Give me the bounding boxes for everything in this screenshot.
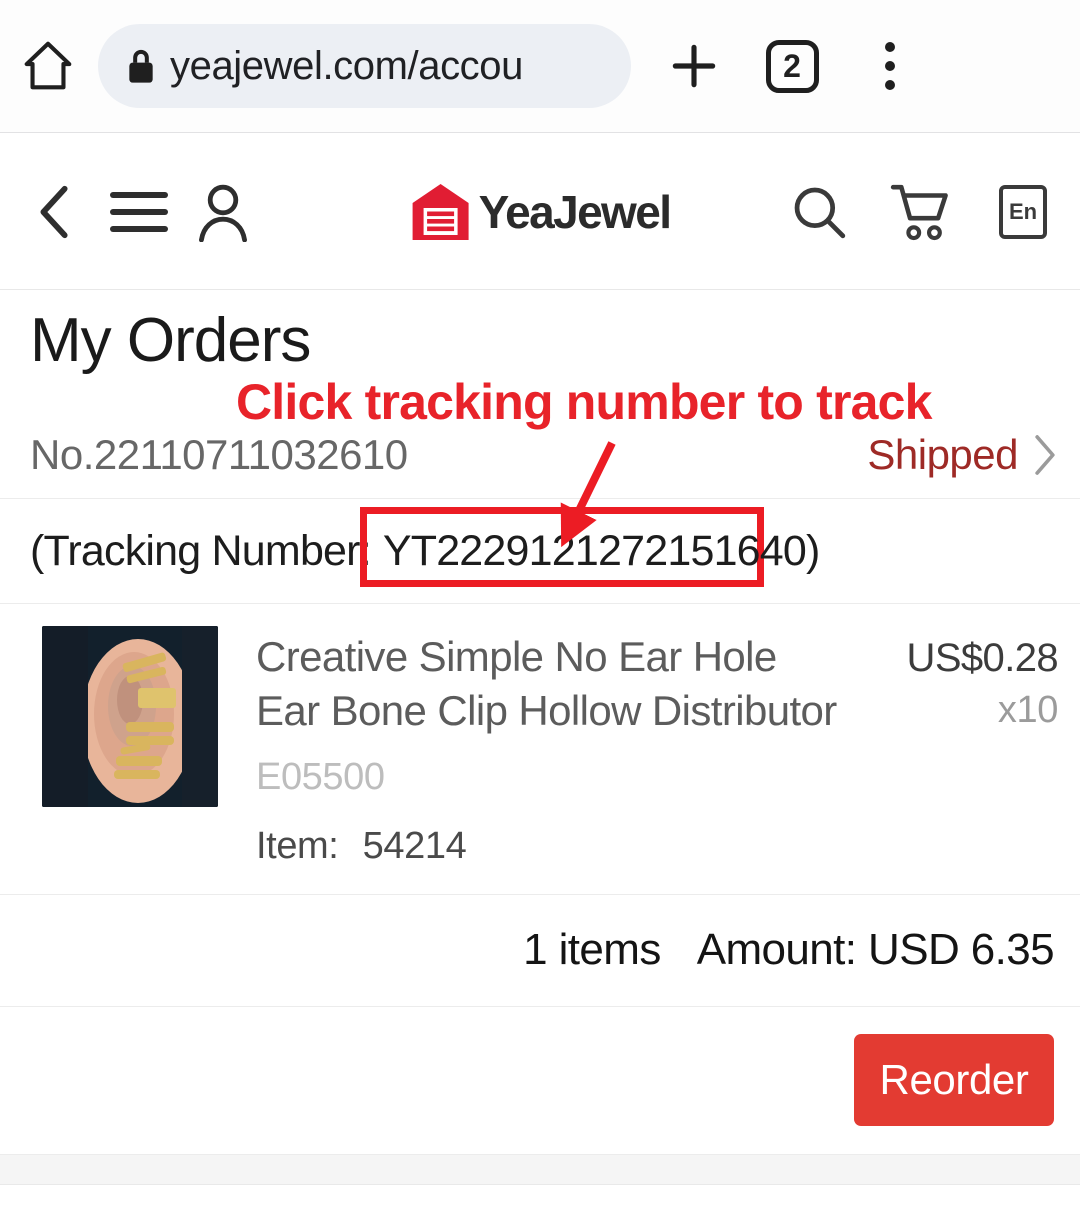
- back-chevron-icon: [40, 185, 68, 238]
- brand-logo[interactable]: YeaJewel: [410, 181, 672, 243]
- product-quantity: x10: [997, 689, 1058, 732]
- item-label: Item:: [256, 824, 339, 867]
- browser-actions: 2: [645, 38, 939, 94]
- new-tab-button[interactable]: [645, 38, 743, 94]
- tracking-label: (Tracking Number:: [30, 526, 372, 575]
- account-button[interactable]: [186, 175, 260, 249]
- language-badge: En: [999, 179, 1062, 239]
- status-badge: Shipped: [867, 430, 1018, 478]
- product-info: Creative Simple No Ear Hole Ear Bone Cli…: [218, 626, 843, 868]
- total-amount: Amount: USD 6.35: [696, 925, 1055, 975]
- order-number: No.22110711032610: [30, 430, 408, 478]
- product-price: US$0.28: [906, 636, 1059, 681]
- menu-button[interactable]: [102, 175, 176, 249]
- reorder-button[interactable]: Reorder: [854, 1034, 1054, 1127]
- tracking-number-link[interactable]: YT2229121272151640: [383, 527, 807, 576]
- search-icon: [794, 187, 846, 238]
- back-button[interactable]: [18, 175, 92, 249]
- order-totals-row: 1 items Amount: USD 6.35: [0, 895, 1080, 1007]
- total-items-count: 1 items: [523, 925, 661, 975]
- yeajewel-warehouse-logo-icon: [412, 183, 469, 240]
- site-header: YeaJewel En: [0, 134, 1080, 290]
- product-item-line: Item: 54214: [256, 825, 843, 868]
- browser-toolbar: yeajewel.com/accou 2: [0, 0, 1080, 133]
- page-title: My Orders: [30, 306, 311, 375]
- url-text: yeajewel.com/accou: [170, 43, 523, 88]
- brand-name: YeaJewel: [478, 185, 672, 238]
- user-account-icon: [199, 184, 247, 242]
- orders-content: My Orders Click tracking number to track…: [0, 291, 1080, 1185]
- order-status-group[interactable]: Shipped: [867, 431, 1058, 479]
- product-row[interactable]: Creative Simple No Ear Hole Ear Bone Cli…: [0, 604, 1080, 895]
- product-sku: E05500: [256, 755, 385, 798]
- address-bar[interactable]: yeajewel.com/accou: [98, 24, 631, 108]
- tracking-close-paren: ): [806, 526, 820, 575]
- mobile-browser-screen: yeajewel.com/accou 2 YeaJewel En My Orde…: [0, 0, 1080, 1224]
- plus-icon: [672, 44, 716, 88]
- cart-button[interactable]: [884, 175, 958, 249]
- bottom-strip: [0, 1154, 1080, 1185]
- product-price-block: US$0.28 x10: [843, 626, 1059, 868]
- product-thumbnail[interactable]: [42, 626, 218, 808]
- header-right-actions: En: [782, 175, 1062, 249]
- item-number: 54214: [362, 824, 467, 867]
- browser-menu-button[interactable]: [841, 42, 939, 90]
- ear-cuff-product-photo: [42, 626, 218, 808]
- chevron-right-icon: [1035, 434, 1055, 475]
- lock-icon: [124, 46, 170, 86]
- product-title: Creative Simple No Ear Hole Ear Bone Cli…: [256, 633, 837, 734]
- home-icon: [24, 41, 72, 90]
- three-dots-icon: [885, 42, 895, 90]
- hamburger-menu-icon: [110, 191, 168, 232]
- shopping-cart-icon: [890, 184, 948, 240]
- tab-switcher-button[interactable]: 2: [743, 39, 841, 93]
- tab-count-badge: 2: [765, 39, 819, 93]
- search-button[interactable]: [782, 175, 856, 249]
- home-button[interactable]: [0, 37, 96, 95]
- tracking-row[interactable]: (Tracking Number: YT2229121272151640 ): [0, 499, 1080, 605]
- header-left-actions: [0, 175, 260, 249]
- language-button[interactable]: En: [986, 175, 1062, 249]
- order-header-row[interactable]: No.22110711032610 Shipped: [0, 411, 1080, 500]
- order-actions-row: Reorder: [0, 1007, 1080, 1155]
